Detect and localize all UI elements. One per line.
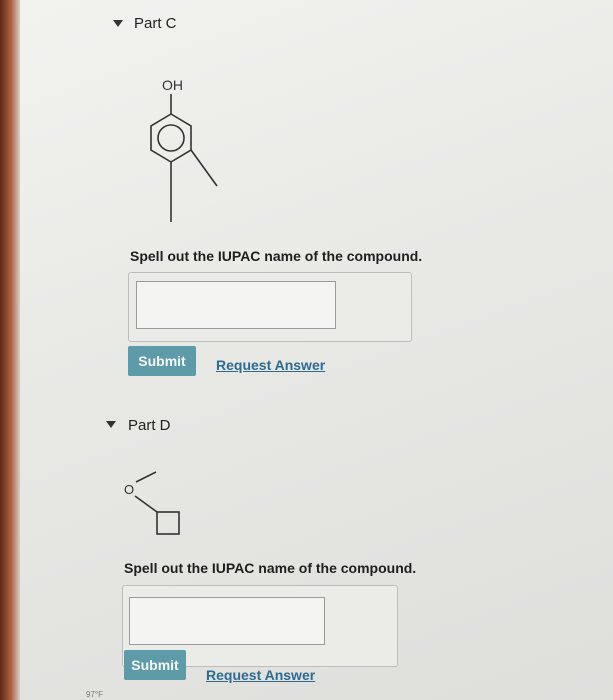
question-card: Part C OH Spell out the IUPAC name of th…: [20, 0, 613, 700]
status-temperature: 97°F: [86, 690, 103, 699]
hydroxyl-label: OH: [162, 77, 183, 93]
part-c-answer-box: [128, 272, 412, 342]
part-c-answer-input[interactable]: [136, 281, 336, 329]
part-c-title[interactable]: Part C: [134, 15, 177, 32]
part-d-submit-button[interactable]: Submit: [124, 650, 186, 680]
part-c-submit-button[interactable]: Submit: [128, 346, 196, 376]
part-d-answer-input[interactable]: [129, 597, 325, 645]
collapse-caret-icon[interactable]: [106, 421, 116, 428]
part-d-title[interactable]: Part D: [128, 417, 171, 434]
part-c-request-answer-link[interactable]: Request Answer: [216, 357, 325, 373]
part-c-question: Spell out the IUPAC name of the compound…: [130, 248, 423, 264]
part-d-question: Spell out the IUPAC name of the compound…: [124, 560, 417, 576]
background-edge: [0, 0, 20, 700]
part-d-structure: O: [124, 471, 180, 535]
part-c-structure: OH: [150, 77, 218, 222]
part-d-request-answer-link[interactable]: Request Answer: [206, 667, 315, 683]
collapse-caret-icon[interactable]: [113, 20, 123, 27]
oxygen-label: O: [124, 482, 134, 497]
